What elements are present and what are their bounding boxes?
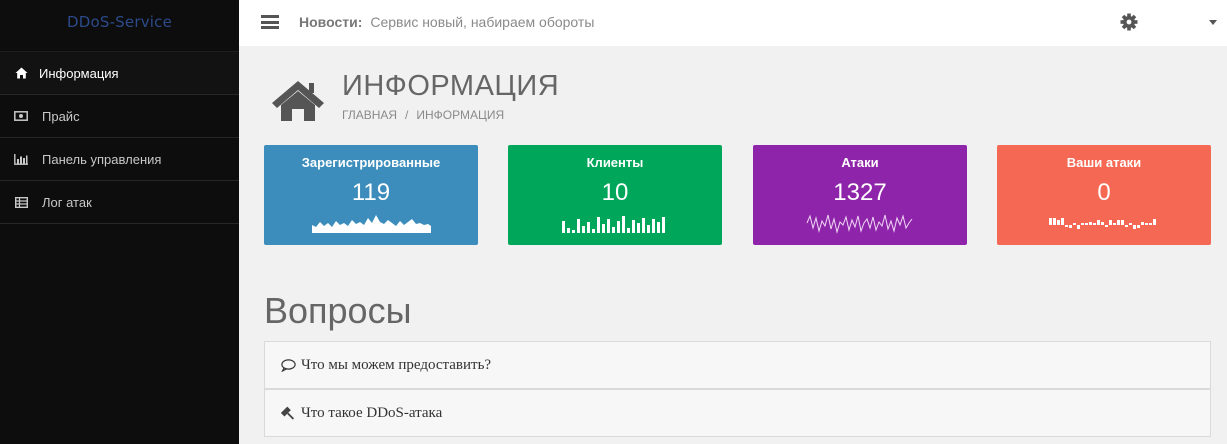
table-icon (14, 195, 28, 209)
page-title: ИНФОРМАЦИЯ (342, 70, 560, 102)
questions-heading: Вопросы (264, 290, 412, 331)
menu-toggle-icon[interactable] (261, 15, 279, 29)
bar-chart-icon (14, 152, 28, 166)
brand-logo[interactable]: DDoS-Service (0, 0, 239, 52)
sidebar-item-label: Панель управления (42, 151, 162, 167)
chevron-down-icon[interactable] (1209, 20, 1217, 25)
sidebar-item-label: Прайс (42, 108, 80, 124)
stat-card-attacks: Атаки 1327 (753, 145, 967, 245)
faq-question-text: Что такое DDoS-атака (301, 404, 443, 421)
faq-question-text: Что мы можем предоставить? (301, 356, 492, 373)
gear-icon[interactable] (1120, 13, 1138, 31)
gavel-icon (281, 406, 296, 421)
stat-card-value: 119 (351, 179, 391, 206)
sparkline-area (312, 215, 431, 233)
sidebar-item-dashboard[interactable]: Панель управления (0, 138, 239, 181)
stat-card-title: Зарегистрированные (301, 155, 441, 170)
home-icon (14, 66, 28, 80)
stat-card-your-attacks: Ваши атаки 0 (997, 145, 1211, 245)
breadcrumb-current: ИНФОРМАЦИЯ (416, 108, 505, 122)
news-ticker: Новости: Сервис новый, набираем обороты (299, 14, 594, 30)
sidebar-item-label: Лог атак (42, 194, 92, 210)
faq-item[interactable]: Что мы можем предоставить? (264, 341, 1211, 389)
stat-card-value: 1327 (833, 179, 887, 206)
home-icon (271, 80, 325, 122)
stat-card-value: 10 (601, 179, 629, 206)
breadcrumb-home-link[interactable]: ГЛАВНАЯ (342, 108, 397, 122)
sidebar-item-price[interactable]: Прайс (0, 95, 239, 138)
sidebar-item-label: Информация (39, 65, 119, 81)
faq-item[interactable]: Что такое DDoS-атака (264, 389, 1211, 437)
comment-icon (281, 358, 296, 372)
news-label: Новости: (299, 14, 363, 30)
stat-card-registered: Зарегистрированные 119 (264, 145, 478, 245)
stat-card-clients: Клиенты 10 (508, 145, 722, 245)
breadcrumb: ГЛАВНАЯ / ИНФОРМАЦИЯ (342, 108, 504, 122)
stat-card-value: 0 (1097, 179, 1111, 206)
stat-card-title: Ваши атаки (1066, 155, 1142, 170)
sidebar-item-attack-log[interactable]: Лог атак (0, 181, 239, 224)
top-navbar: Новости: Сервис новый, набираем обороты (239, 0, 1227, 46)
stat-card-title: Клиенты (586, 155, 644, 170)
sparkline-line (806, 214, 913, 234)
money-icon (14, 109, 28, 123)
breadcrumb-separator: / (405, 108, 409, 122)
sidebar: DDoS-Service Информация Прайс Панель упр… (0, 0, 239, 444)
sidebar-item-info[interactable]: Информация (0, 52, 239, 95)
news-text: Сервис новый, набираем обороты (370, 14, 595, 30)
sparkline-tristate (1049, 218, 1156, 229)
stat-card-title: Атаки (841, 155, 879, 170)
sparkline-bars (562, 216, 665, 233)
